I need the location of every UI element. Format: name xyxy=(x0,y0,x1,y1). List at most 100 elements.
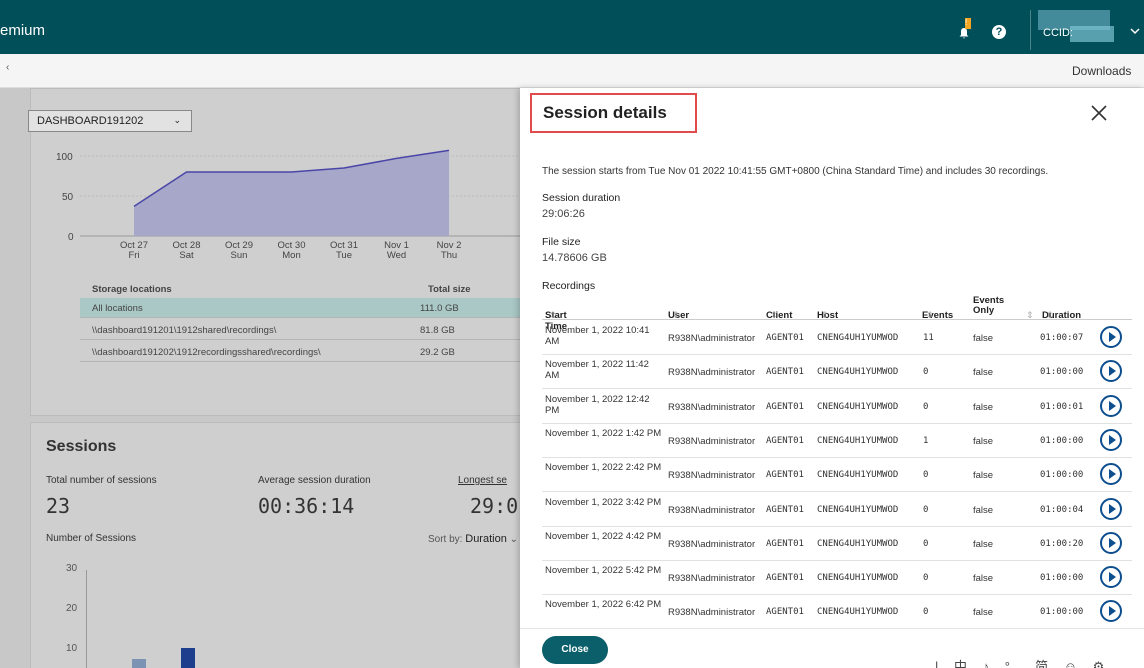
recording-client: AGENT01 xyxy=(766,607,804,618)
play-icon[interactable] xyxy=(1100,394,1122,417)
ime-toolbar: | 中 ♪ °, 简 ☺ ⚙ xyxy=(935,659,1111,668)
recording-host: CNENG4UH1YUMWOD xyxy=(817,470,899,481)
recording-user: R938N\administrator xyxy=(668,573,756,585)
x-tick-label: Oct 31 Tue xyxy=(330,240,358,261)
recording-user: R938N\administrator xyxy=(668,333,756,344)
storage-size: 81.8 GB xyxy=(420,325,455,336)
play-icon[interactable] xyxy=(1100,360,1122,383)
top-app-bar: emium ! ? CCID: xyxy=(0,0,1144,54)
site-select-value: DASHBOARD191202 xyxy=(37,115,144,127)
bell-icon[interactable]: ! xyxy=(958,18,971,39)
storage-area xyxy=(134,150,449,236)
recording-row[interactable]: November 1, 2022 6:42 PM R938N\administra… xyxy=(542,595,1132,630)
session-intro: The session starts from Tue Nov 01 2022 … xyxy=(542,166,1049,177)
longest-session-value: 29:0 xyxy=(470,494,519,518)
x-tick-label: Oct 30 Mon xyxy=(277,240,306,261)
x-tick-label: Oct 28 Sat xyxy=(172,240,201,261)
recording-events: 0 xyxy=(923,367,929,378)
recording-row[interactable]: November 1, 2022 10:41 AM R938N\administr… xyxy=(542,321,1132,355)
col-events-only[interactable]: Events Only xyxy=(973,296,1013,316)
back-mark[interactable]: ‹ xyxy=(6,62,9,73)
recording-events: 0 xyxy=(923,538,929,549)
recording-row[interactable]: November 1, 2022 1:42 PM R938N\administra… xyxy=(542,424,1132,458)
site-select[interactable]: DASHBOARD191202 ⌄ xyxy=(28,110,192,132)
storage-path: \\dashboard191202\1912recordingsshared\r… xyxy=(92,347,321,358)
recording-row[interactable]: November 1, 2022 11:42 AM R938N\administr… xyxy=(542,355,1132,390)
recording-user: R938N\administrator xyxy=(668,607,756,619)
recording-events-only: false xyxy=(973,470,994,482)
downloads-link[interactable]: Downloads xyxy=(1072,64,1131,78)
play-icon[interactable] xyxy=(1100,428,1122,451)
number-of-sessions-label: Number of Sessions xyxy=(46,533,137,544)
recording-start-time: November 1, 2022 12:42 PM xyxy=(545,393,650,416)
recording-user: R938N\administrator xyxy=(668,367,756,379)
notification-badge: ! xyxy=(965,18,971,29)
recording-start-time: November 1, 2022 1:42 PM xyxy=(545,427,662,439)
play-icon[interactable] xyxy=(1100,531,1122,554)
play-icon[interactable] xyxy=(1100,600,1122,623)
recording-user: R938N\administrator xyxy=(668,504,756,516)
recording-row[interactable]: November 1, 2022 12:42 PM R938N\administr… xyxy=(542,390,1132,424)
recording-duration: 01:00:20 xyxy=(1040,538,1084,549)
app-brand: emium xyxy=(0,22,46,39)
secondary-toolbar: ‹ Downloads xyxy=(0,54,1144,88)
recording-start-time: November 1, 2022 11:42 AM xyxy=(545,359,649,382)
longest-session-label[interactable]: Longest se xyxy=(458,475,507,486)
recording-host: CNENG4UH1YUMWOD xyxy=(817,504,899,515)
play-icon[interactable] xyxy=(1100,326,1122,348)
recording-user: R938N\administrator xyxy=(668,470,756,482)
close-button[interactable]: Close xyxy=(542,636,608,664)
sort-by-control[interactable]: Sort by: Duration ⌄ xyxy=(428,533,518,545)
recording-events: 0 xyxy=(923,573,929,584)
recording-start-time: November 1, 2022 4:42 PM xyxy=(545,530,662,542)
y-tick-label: 0 xyxy=(68,232,74,243)
file-size-value: 14.78606 GB xyxy=(542,252,607,264)
recordings-table-header: Start Time ⇕ User ⇕ Client ⇕ Host ⇕ Events ⇕ … xyxy=(542,294,1132,332)
recording-duration: 01:00:00 xyxy=(1040,435,1084,446)
recording-events: 0 xyxy=(923,470,929,481)
storage-row[interactable]: \\dashboard191201\1912shared\recordings\… xyxy=(80,320,520,340)
help-icon[interactable]: ? xyxy=(992,25,1006,39)
total-sessions-value: 23 xyxy=(46,494,71,518)
recording-row[interactable]: November 1, 2022 4:42 PM R938N\administra… xyxy=(542,527,1132,561)
recording-start-time: November 1, 2022 6:42 PM xyxy=(545,599,662,611)
recording-host: CNENG4UH1YUMWOD xyxy=(817,333,899,343)
storage-row[interactable]: \\dashboard191202\1912recordingsshared\r… xyxy=(80,342,520,362)
recording-start-time: November 1, 2022 2:42 PM xyxy=(545,462,662,474)
x-tick-label: Nov 2 Thu xyxy=(436,240,462,261)
recording-events-only: false xyxy=(973,504,994,516)
play-icon[interactable] xyxy=(1100,463,1122,486)
recording-duration: 01:00:00 xyxy=(1040,607,1084,618)
recording-events-only: false xyxy=(973,538,994,550)
recording-row[interactable]: November 1, 2022 2:42 PM R938N\administra… xyxy=(542,458,1132,493)
storage-locations-header: Storage locations xyxy=(92,284,172,295)
recording-client: AGENT01 xyxy=(766,573,804,584)
close-icon[interactable] xyxy=(1090,104,1108,126)
chevron-down-icon[interactable] xyxy=(1130,24,1140,38)
x-tick-label: Oct 27 Fri xyxy=(120,240,148,261)
storage-area-chart xyxy=(80,149,520,237)
y-tick-label: 50 xyxy=(62,192,74,203)
session-bar xyxy=(181,648,195,668)
recording-user: R938N\administrator xyxy=(668,401,756,413)
recording-row[interactable]: November 1, 2022 3:42 PM R938N\administra… xyxy=(542,493,1132,527)
storage-path: All locations xyxy=(92,303,143,314)
session-details-panel: Session details The session starts from … xyxy=(520,88,1144,668)
play-icon[interactable] xyxy=(1100,497,1122,520)
avg-duration-value: 00:36:14 xyxy=(258,494,355,518)
total-size-header: Total size xyxy=(428,284,471,295)
recording-events-only: false xyxy=(973,573,994,585)
sessions-title: Sessions xyxy=(46,438,117,455)
recording-host: CNENG4UH1YUMWOD xyxy=(817,367,899,378)
sessions-y-axis xyxy=(86,570,87,668)
recording-events-only: false xyxy=(973,367,994,379)
recording-duration: 01:00:00 xyxy=(1040,573,1084,584)
storage-size: 29.2 GB xyxy=(420,347,455,358)
recording-client: AGENT01 xyxy=(766,367,804,378)
recording-row[interactable]: November 1, 2022 5:42 PM R938N\administra… xyxy=(542,561,1132,596)
recording-user: R938N\administrator xyxy=(668,538,756,550)
storage-row-all[interactable]: All locations 111.0 GB xyxy=(80,298,520,318)
play-icon[interactable] xyxy=(1100,566,1122,589)
avg-duration-label: Average session duration xyxy=(258,475,371,486)
recording-duration: 01:00:01 xyxy=(1040,401,1084,412)
